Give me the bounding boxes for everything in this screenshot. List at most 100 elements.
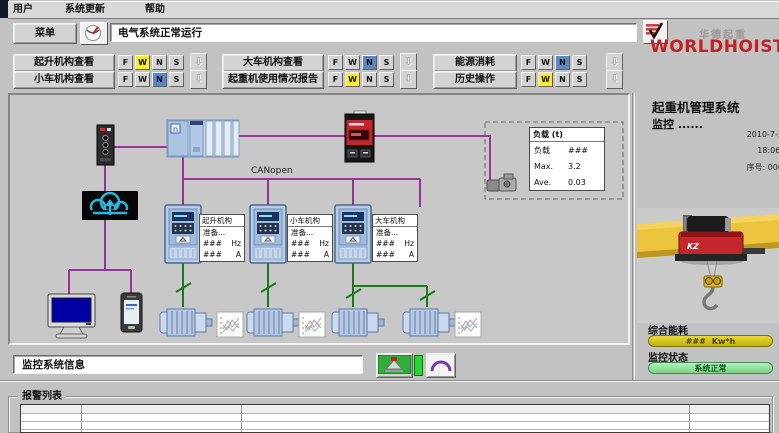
inverter-title: 小车机构 (288, 215, 332, 227)
load-row: Ave. 0.03 (530, 174, 604, 190)
brand-logo: WORLDHOIST (650, 37, 779, 57)
motor-icon (332, 309, 384, 336)
load-cell-icon (487, 174, 516, 191)
column-divider (241, 405, 242, 432)
menu-bar: 用户 系统更新 帮助 (8, 1, 779, 19)
inverter-info-hoist: 起升机构 准备... ###Hz ###A (199, 214, 245, 262)
mode-n-button[interactable]: N (152, 72, 167, 87)
page-subtitle: 监控 ...... (652, 116, 703, 132)
mode-w-button[interactable]: W (135, 72, 150, 87)
mode-group: F W N S (118, 72, 184, 87)
gauge-curve-button[interactable] (426, 353, 456, 378)
row-divider (21, 413, 769, 414)
mode-n-button[interactable]: N (362, 55, 377, 70)
down-arrow-button[interactable]: ⇩ (606, 70, 623, 89)
plc-device[interactable]: n (167, 120, 239, 157)
inverter-status: 准备... (200, 227, 244, 238)
mode-s-button[interactable]: S (572, 72, 587, 87)
menu-update[interactable]: 系统更新 (65, 3, 105, 17)
motor-icon (160, 309, 212, 336)
hoist-icon (378, 355, 411, 374)
mode-n-button[interactable]: N (555, 55, 570, 70)
mode-f-button[interactable]: F (328, 55, 343, 70)
mode-f-button[interactable]: F (521, 72, 536, 87)
desktop-computer-icon (48, 294, 95, 338)
inverter-info-gantry: 大车机构 准备... ###Hz ###A (372, 214, 418, 262)
hoist-monitor-button[interactable] (376, 353, 413, 378)
mode-group: F W N S (328, 55, 394, 70)
mode-group: F W N S (521, 72, 587, 87)
mode-s-button[interactable]: S (169, 72, 184, 87)
nav-trolley-view[interactable]: 小车机构查看 (13, 71, 115, 89)
menu-help[interactable]: 帮助 (145, 3, 165, 17)
trend-chart-button[interactable] (299, 312, 325, 337)
mode-w-button[interactable]: W (345, 55, 360, 70)
run-indicator (414, 355, 423, 376)
nav-hoist-view[interactable]: 起升机构查看 (13, 54, 115, 72)
motor-icon (403, 309, 455, 336)
mode-s-button[interactable]: S (379, 72, 394, 87)
inverter-info-trolley: 小车机构 准备... ###Hz ###A (287, 214, 333, 262)
nav-energy[interactable]: 能源消耗 (433, 54, 517, 72)
load-panel-title: 负载 (t) (530, 128, 604, 142)
column-divider (81, 405, 82, 432)
mode-s-button[interactable]: S (379, 55, 394, 70)
inverter-frequency: ###Hz (373, 238, 417, 249)
gateway-device (97, 125, 114, 165)
inverter-gantry-icon[interactable] (335, 205, 371, 263)
mode-f-button[interactable]: F (118, 55, 133, 70)
inverter-trolley-icon[interactable] (250, 205, 286, 263)
system-status-indicator: 系统正常 (648, 362, 773, 374)
network-diagram-panel: CANopen n (8, 93, 630, 345)
mode-n-button[interactable]: N (555, 72, 570, 87)
mode-n-button[interactable]: N (152, 55, 167, 70)
down-arrow-button[interactable]: ⇩ (400, 70, 417, 89)
energy-indicator: ### Kw*h (648, 335, 773, 347)
mode-group: F W N S (328, 72, 394, 87)
trend-chart-button[interactable] (455, 312, 481, 337)
inverter-status: 准备... (373, 227, 417, 238)
gauge-button[interactable] (80, 22, 108, 45)
svg-text:n: n (173, 125, 178, 134)
mode-n-button[interactable]: N (362, 72, 377, 87)
mode-w-button[interactable]: W (538, 55, 553, 70)
trend-chart-button[interactable] (217, 312, 243, 337)
alarm-table[interactable] (20, 404, 770, 433)
nav-gantry-view[interactable]: 大车机构查看 (222, 54, 324, 72)
mode-f-button[interactable]: F (328, 72, 343, 87)
date-label: 2010-7-2 (747, 130, 779, 139)
arc-icon (428, 355, 454, 374)
mode-w-button[interactable]: W (538, 72, 553, 87)
bus-label: CANopen (251, 166, 293, 176)
inverter-title: 起升机构 (200, 215, 244, 227)
load-info-panel: 负载 (t) 负载 ### Max. 3.2 Ave. 0.03 (529, 127, 605, 191)
power-lines (176, 263, 435, 307)
motor-icon (247, 309, 299, 336)
mode-w-button[interactable]: W (345, 72, 360, 87)
menu-user[interactable]: 用户 (13, 3, 33, 17)
down-arrow-button[interactable]: ⇩ (190, 70, 207, 89)
nav-history[interactable]: 历史操作 (433, 71, 517, 89)
alarm-table-header (21, 405, 769, 413)
load-row: Max. 3.2 (530, 158, 604, 174)
inverter-hoist-icon[interactable] (165, 205, 201, 263)
mode-w-button[interactable]: W (135, 55, 150, 70)
system-status-field[interactable]: 电气系统正常运行 (110, 23, 637, 42)
mode-group: F W N S (521, 55, 587, 70)
mode-s-button[interactable]: S (169, 55, 184, 70)
gauge-icon (81, 23, 105, 42)
mode-f-button[interactable]: F (118, 72, 133, 87)
monitor-info-field[interactable]: 监控系统信息 (13, 355, 363, 374)
inverter-current: ###A (288, 249, 332, 260)
panel-separator (632, 93, 635, 380)
page-title: 起重机管理系统 (652, 97, 740, 116)
menu-button[interactable]: 菜单 (13, 23, 77, 44)
nav-usage-report[interactable]: 起重机使用情况报告 (222, 71, 324, 89)
section-divider (0, 380, 779, 382)
inverter-frequency: ###Hz (288, 238, 332, 249)
mode-f-button[interactable]: F (521, 55, 536, 70)
inverter-status: 准备... (288, 227, 332, 238)
mode-s-button[interactable]: S (572, 55, 587, 70)
inverter-frequency: ###Hz (200, 238, 244, 249)
inverter-current: ###A (200, 249, 244, 260)
